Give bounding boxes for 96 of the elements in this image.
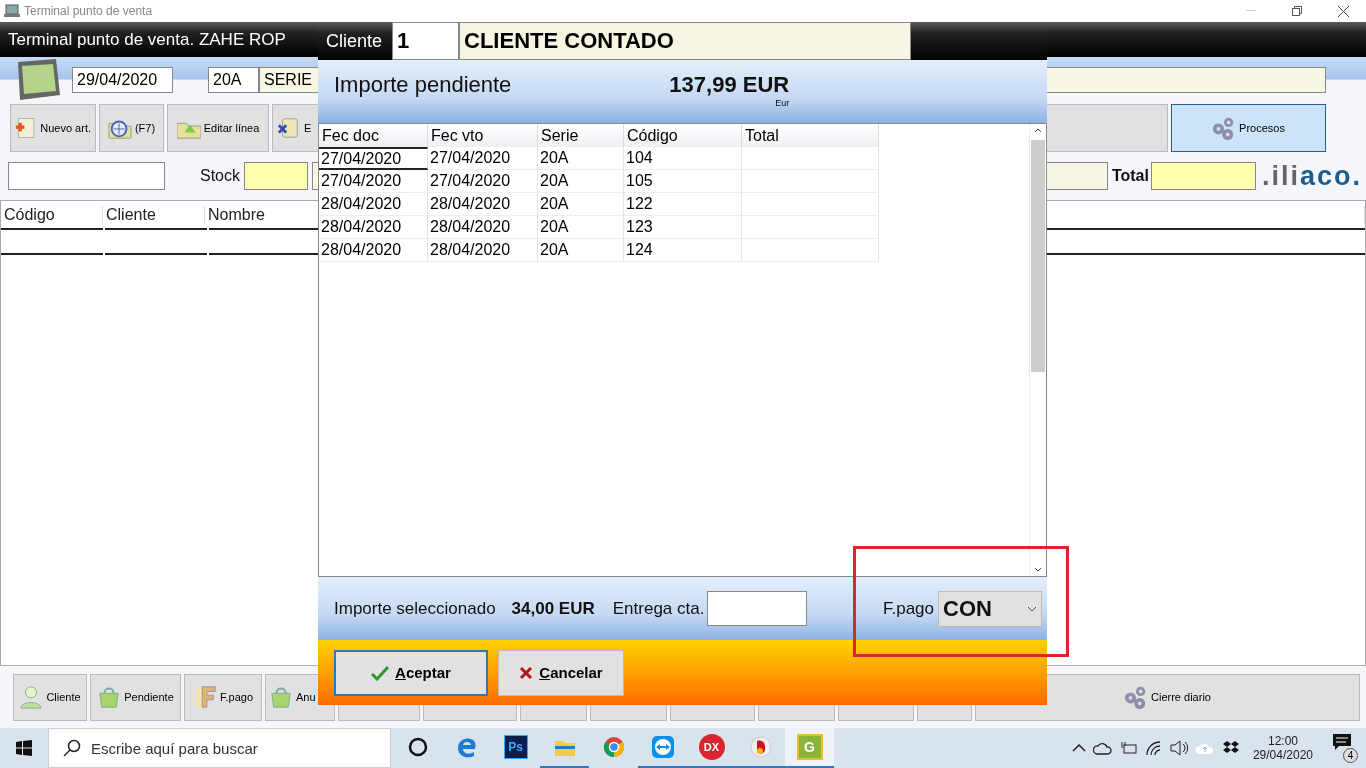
volume-icon[interactable]: [1169, 740, 1188, 756]
pending-label: Importe pendiente: [334, 72, 512, 98]
table-cell[interactable]: 123: [624, 216, 742, 239]
column-header: Código: [1, 205, 103, 224]
table-cell[interactable]: [742, 170, 879, 193]
bottom-button[interactable]: Cliente: [13, 673, 87, 721]
client-label: Cliente: [326, 30, 383, 52]
dropbox-icon[interactable]: [1221, 740, 1240, 756]
series-code-field[interactable]: 20A: [208, 67, 259, 93]
table-cell[interactable]: 104: [624, 147, 742, 170]
search-field[interactable]: [8, 162, 165, 190]
table-cell[interactable]: 28/04/2020: [428, 216, 538, 239]
bottom-button[interactable]: F.pago: [184, 673, 262, 721]
toolbar-button[interactable]: Procesos: [1171, 104, 1326, 152]
table-cell[interactable]: 28/04/2020: [319, 193, 428, 216]
table-cell[interactable]: 20A: [538, 193, 624, 216]
chevron-up-icon[interactable]: [1071, 743, 1086, 753]
bottom-button[interactable]: Pendiente: [90, 673, 181, 721]
scrollbar[interactable]: [1029, 124, 1046, 576]
column-header[interactable]: Fec doc: [319, 124, 428, 147]
table-cell[interactable]: 20A: [538, 216, 624, 239]
table-cell[interactable]: [742, 147, 879, 170]
payment-select[interactable]: CON: [938, 590, 1042, 627]
message-icon: [1332, 733, 1352, 751]
battery-icon[interactable]: [1119, 741, 1138, 755]
app-title: Terminal punto de venta. ZAHE ROP: [8, 29, 286, 50]
check-icon: [371, 664, 390, 681]
table-cell[interactable]: [742, 216, 879, 239]
deposit-field[interactable]: [707, 591, 808, 626]
table-cell[interactable]: [742, 239, 879, 262]
client-code-field[interactable]: 1: [392, 22, 460, 60]
table-cell[interactable]: 27/04/2020: [428, 170, 538, 193]
notification-count: 4: [1343, 748, 1358, 763]
taskbar-app-button[interactable]: DX: [687, 728, 736, 768]
date-field[interactable]: 29/04/2020: [72, 67, 173, 93]
search-icon: [63, 739, 81, 757]
chevron-down-icon: [1027, 604, 1037, 613]
windows-icon: [16, 740, 32, 756]
table-cell[interactable]: 27/04/2020: [319, 147, 428, 170]
taskbar-search-field[interactable]: Escribe aquí para buscar: [48, 728, 391, 768]
table-cell[interactable]: 27/04/2020: [428, 147, 538, 170]
cloud-icon[interactable]: [1092, 741, 1113, 755]
selected-amount: 34,00 EUR: [511, 598, 595, 619]
table-cell[interactable]: 27/04/2020: [319, 170, 428, 193]
currency-label: Eur: [775, 98, 790, 108]
column-header: Cliente: [103, 205, 205, 224]
bird-icon[interactable]: [748, 735, 773, 759]
column-header[interactable]: Serie: [538, 124, 624, 147]
table-cell[interactable]: 122: [624, 193, 742, 216]
table-cell[interactable]: 105: [624, 170, 742, 193]
app-icon: [4, 4, 20, 18]
close-icon: [1337, 5, 1349, 17]
letter-f-icon: [193, 685, 217, 709]
stock-label: Stock: [200, 167, 240, 185]
table-cell[interactable]: 20A: [538, 147, 624, 170]
table-cell[interactable]: 28/04/2020: [319, 239, 428, 262]
toolbar-button[interactable]: Nuevo art.: [10, 104, 96, 152]
client-name-field[interactable]: CLIENTE CONTADO: [459, 22, 912, 60]
scroll-thumb[interactable]: [1031, 140, 1045, 372]
notifications-button[interactable]: 4: [1332, 733, 1358, 763]
minimize-icon: [1246, 10, 1256, 12]
deposit-label: Entrega cta.: [612, 598, 705, 619]
accept-button[interactable]: Aceptar: [334, 649, 488, 696]
pending-amount: 137,99 EUR: [669, 72, 790, 98]
logo: .iliaco.: [1261, 160, 1362, 192]
cancel-button[interactable]: Cancelar: [498, 649, 624, 696]
toolbar-button[interactable]: Editar línea: [167, 104, 269, 152]
clock[interactable]: 12:00 29/04/2020: [1252, 734, 1313, 762]
table-cell[interactable]: 20A: [538, 239, 624, 262]
table-cell[interactable]: 28/04/2020: [319, 216, 428, 239]
delete-icon: [277, 116, 301, 140]
teamviewer-icon[interactable]: [650, 735, 675, 759]
stock-field: [244, 162, 308, 190]
shopping-bag-icon: [97, 685, 122, 709]
table-cell[interactable]: [742, 193, 879, 216]
table-cell[interactable]: 124: [624, 239, 742, 262]
cross-icon: [519, 665, 534, 680]
chrome-icon[interactable]: [601, 735, 626, 759]
selected-label: Importe seleccionado: [334, 598, 496, 619]
dx-app-icon[interactable]: DX: [698, 734, 725, 760]
toolbar-button[interactable]: (F7): [99, 104, 164, 152]
wifi-icon[interactable]: [1144, 740, 1163, 756]
shopping-bag-icon: [269, 685, 293, 709]
restore-icon: [1292, 6, 1302, 16]
column-header[interactable]: Fec vto: [428, 124, 538, 147]
table-cell[interactable]: 28/04/2020: [428, 193, 538, 216]
window-title: Terminal punto de venta: [24, 4, 154, 18]
payment-label: F.pago: [882, 598, 934, 619]
table-cell[interactable]: 20A: [538, 170, 624, 193]
photoshop-app-icon[interactable]: Ps: [503, 735, 528, 759]
person-icon: [19, 685, 44, 709]
column-header[interactable]: Código: [624, 124, 742, 147]
column-header[interactable]: Total: [742, 124, 879, 147]
total-label: Total: [1111, 167, 1149, 185]
table-cell[interactable]: 28/04/2020: [428, 239, 538, 262]
taskbar-app-button[interactable]: Ps: [491, 728, 540, 768]
